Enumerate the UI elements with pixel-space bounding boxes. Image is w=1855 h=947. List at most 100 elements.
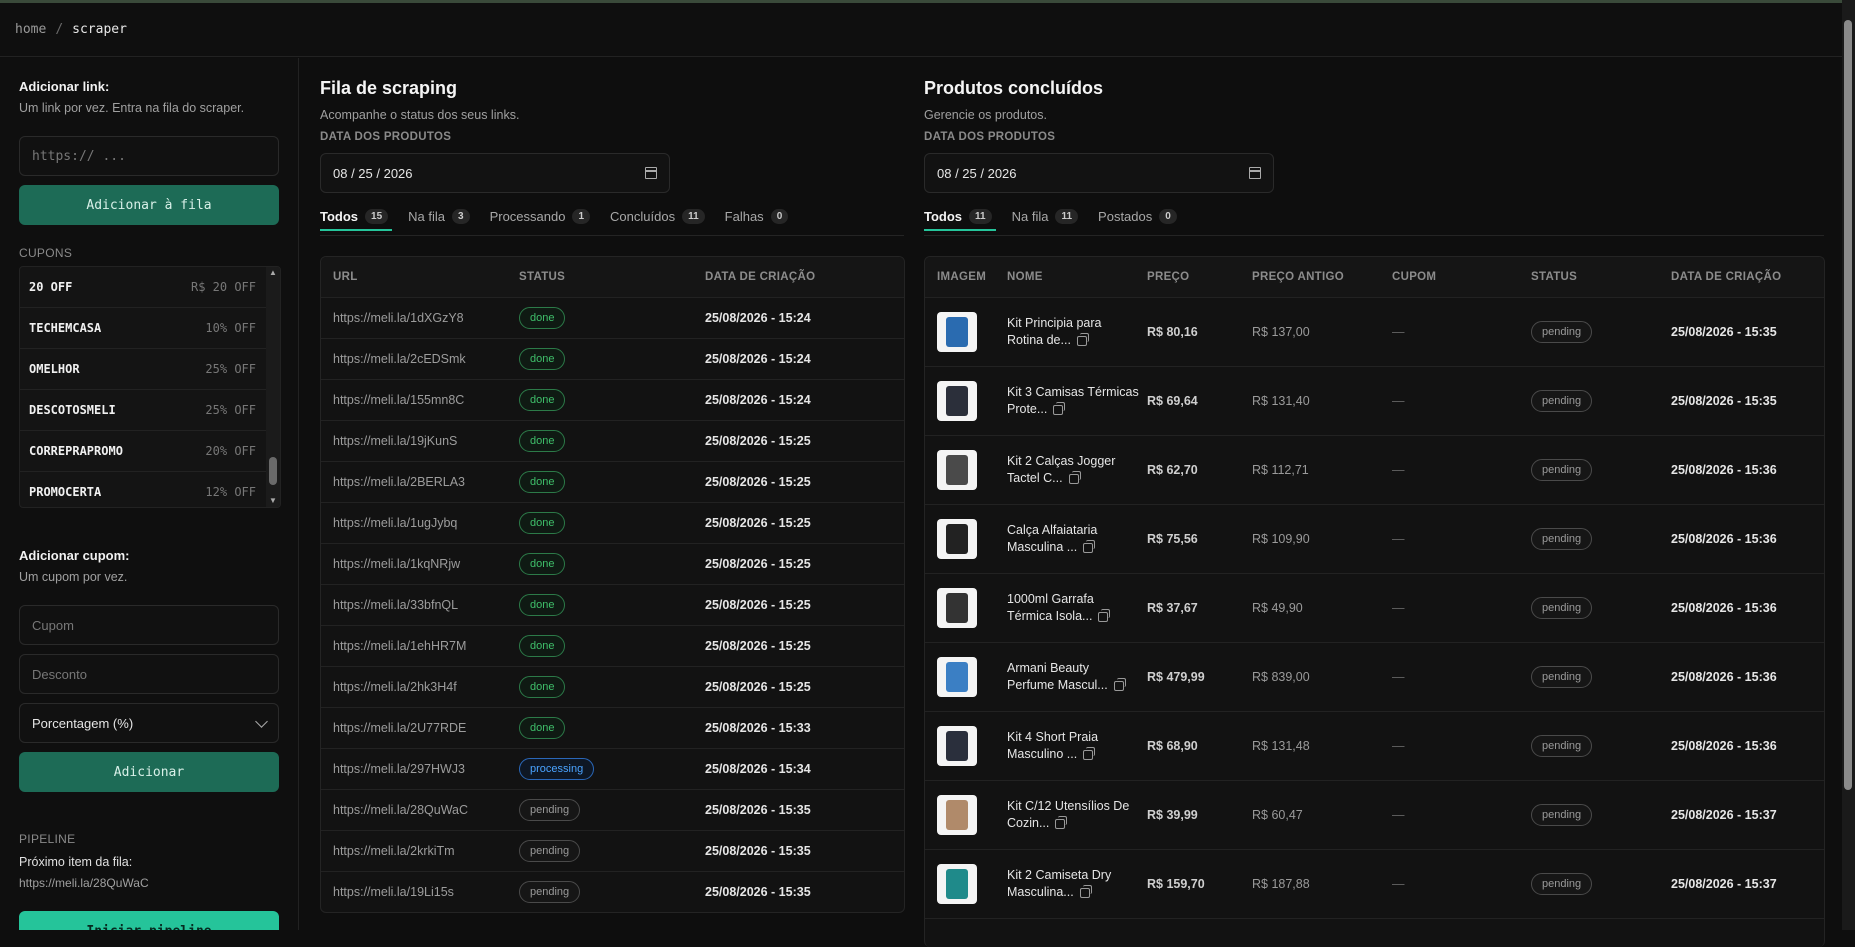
tab-na-fila[interactable]: Na fila 11 [1012,202,1079,230]
row-url[interactable]: https://meli.la/2hk3H4f [321,680,507,694]
row-url[interactable]: https://meli.la/19jKunS [321,434,507,448]
row-created: 25/08/2026 - 15:35 [705,885,811,899]
product-coupon: — [1392,739,1405,753]
queue-date-input[interactable]: 08 / 25 / 2026 [320,153,670,193]
tab-na-fila[interactable]: Na fila 3 [408,202,470,230]
product-coupon: — [1392,463,1405,477]
row-url[interactable]: https://meli.la/33bfnQL [321,598,507,612]
tab-todos[interactable]: Todos 15 [320,202,393,231]
copy-icon[interactable] [1083,746,1096,760]
product-name-line2: Prote... [1007,402,1048,416]
product-thumbnail[interactable] [937,519,977,559]
row-url[interactable]: https://meli.la/297HWJ3 [321,762,507,776]
product-created: 25/08/2026 - 15:36 [1671,739,1777,753]
queue-subtitle: Acompanhe o status dos seus links. [320,108,520,122]
coupon-scroll-thumb[interactable] [269,457,277,485]
product-price: R$ 62,70 [1147,463,1198,477]
product-old-price: R$ 187,88 [1252,877,1310,891]
copy-icon[interactable] [1113,677,1126,691]
product-thumbnail[interactable] [937,588,977,628]
products-date-input[interactable]: 08 / 25 / 2026 [924,153,1274,193]
product-name-cell: Kit Principia para Rotina de... [995,315,1135,349]
table-row: Kit 2 Calças Jogger Tactel C... R$ 62,70 R$… [925,436,1824,505]
tab-processando[interactable]: Processando 1 [490,202,591,230]
products-table-header: IMAGEM NOME PREÇO PREÇO ANTIGO CUPOM STA… [925,257,1824,298]
start-pipeline-button[interactable]: Iniciar pipeline [19,911,279,930]
coupon-input[interactable]: Cupom [19,605,279,645]
coupon-code: PROMOCERTA [29,485,102,499]
discount-type-select[interactable]: Porcentagem (%) [19,703,279,743]
row-url[interactable]: https://meli.la/1dXGzY8 [321,311,507,325]
calendar-icon[interactable] [1249,167,1261,179]
row-url[interactable]: https://meli.la/2U77RDE [321,721,507,735]
breadcrumb-home[interactable]: home [15,22,46,37]
products-table: IMAGEM NOME PREÇO PREÇO ANTIGO CUPOM STA… [924,256,1825,947]
discount-input[interactable]: Desconto [19,654,279,694]
tab-postados[interactable]: Postados 0 [1098,202,1177,230]
copy-icon[interactable] [1098,608,1111,622]
coupon-item[interactable]: DESCOTOSMELI 25% OFF [20,390,280,431]
link-input[interactable]: https:// ... [19,136,279,176]
row-url[interactable]: https://meli.la/28QuWaC [321,803,507,817]
row-url[interactable]: https://meli.la/1kqNRjw [321,557,507,571]
row-url[interactable]: https://meli.la/155mn8C [321,393,507,407]
scroll-down-icon[interactable]: ▼ [269,497,277,505]
product-thumbnail[interactable] [937,795,977,835]
coupons-label: CUPONS [19,246,73,260]
product-thumbnail[interactable] [937,312,977,352]
row-url[interactable]: https://meli.la/2cEDSmk [321,352,507,366]
copy-icon[interactable] [1053,401,1066,415]
status-badge: pending [1531,804,1593,826]
product-name-line2-wrap: Masculino ... [1007,746,1135,763]
row-url[interactable]: https://meli.la/1ugJybq [321,516,507,530]
product-name-line2-wrap: Cozin... [1007,815,1135,832]
coupon-code: CORREPRAPROMO [29,444,123,458]
coupon-item[interactable]: 20 OFF R$ 20 OFF [20,267,280,308]
col-old-price: PREÇO ANTIGO [1252,271,1344,283]
row-url[interactable]: https://meli.la/2krkiTm [321,844,507,858]
tab-concluídos[interactable]: Concluídos 11 [610,202,705,230]
copy-icon[interactable] [1076,332,1089,346]
product-thumbnail[interactable] [937,864,977,904]
table-row: Kit C/12 Utensílios De Cozin... R$ 39,99 R$… [925,781,1824,850]
row-url[interactable]: https://meli.la/19Li15s [321,885,507,899]
coupon-scrollbar[interactable]: ▲ ▼ [266,267,280,507]
scroll-up-icon[interactable]: ▲ [269,269,277,277]
tab-count-badge: 11 [682,208,705,224]
queue-table-header: URL STATUS DATA DE CRIAÇÃO [321,257,904,298]
tab-falhas[interactable]: Falhas 0 [725,202,789,230]
coupon-item[interactable]: OMELHOR 25% OFF [20,349,280,390]
product-thumbnail[interactable] [937,657,977,697]
status-badge: pending [519,799,581,821]
coupon-list[interactable]: 20 OFF R$ 20 OFF TECHEMCASA 10% OFF OMELHOR 2… [19,266,281,508]
row-url[interactable]: https://meli.la/1ehHR7M [321,639,507,653]
copy-icon[interactable] [1068,470,1081,484]
product-coupon: — [1392,601,1405,615]
page-scroll-thumb[interactable] [1844,20,1852,790]
product-thumbnail[interactable] [937,726,977,766]
table-row: https://meli.la/155mn8C done 25/08/2026 - … [321,380,904,421]
add-to-queue-button[interactable]: Adicionar à fila [19,185,279,225]
row-created: 25/08/2026 - 15:35 [705,844,811,858]
coupon-item[interactable]: PROMOCERTA 12% OFF [20,472,280,507]
copy-icon[interactable] [1055,815,1068,829]
product-thumbnail[interactable] [937,381,977,421]
copy-icon[interactable] [1079,884,1092,898]
product-image-cell [925,864,995,904]
coupon-item[interactable]: CORREPRAPROMO 20% OFF [20,431,280,472]
product-image-cell [925,588,995,628]
products-tabs-divider [924,235,1824,236]
product-shape [946,524,968,554]
add-coupon-button[interactable]: Adicionar [19,752,279,792]
coupon-item[interactable]: TECHEMCASA 10% OFF [20,308,280,349]
breadcrumb-separator: / [55,22,64,37]
tab-todos[interactable]: Todos 11 [924,202,996,231]
products-date-label: DATA DOS PRODUTOS [924,131,1056,143]
page-scrollbar[interactable] [1842,0,1855,930]
product-shape [946,800,968,830]
row-url[interactable]: https://meli.la/2BERLA3 [321,475,507,489]
calendar-icon[interactable] [645,167,657,179]
status-badge: done [519,512,566,534]
copy-icon[interactable] [1083,539,1096,553]
product-thumbnail[interactable] [937,450,977,490]
